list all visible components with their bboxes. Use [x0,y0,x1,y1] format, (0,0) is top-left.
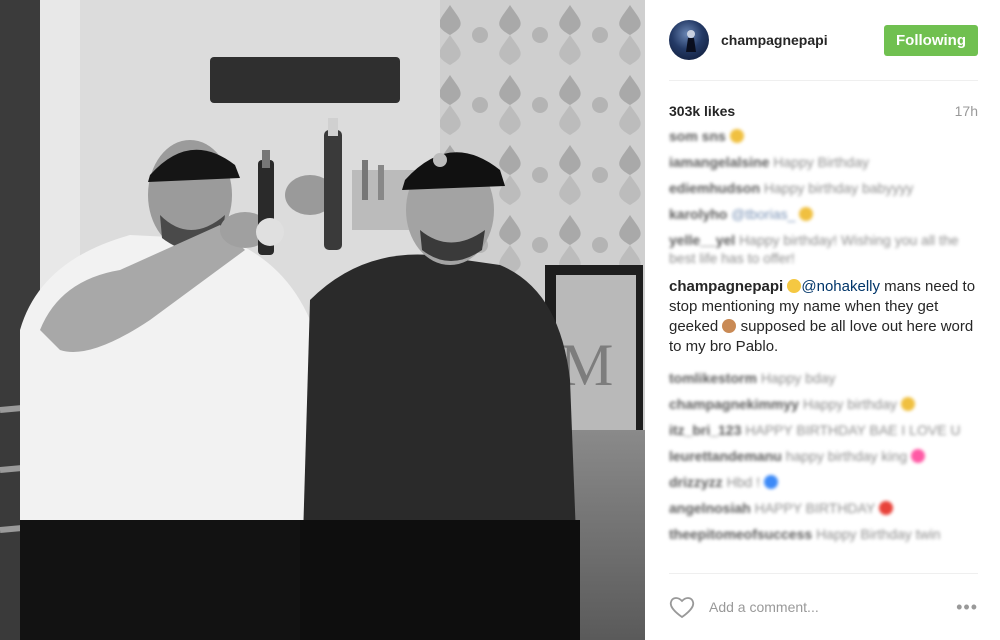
time-ago[interactable]: 17h [955,103,978,119]
comments-list: som sns iamangelalsine Happy Birthday ed… [669,127,978,543]
likes-count[interactable]: 303k likes [669,103,735,119]
comment: karolyho @tborias_ [669,205,978,223]
comment-user[interactable]: theepitomeofsuccess [669,526,812,542]
instagram-post: M champagnepapi Following 303k likes 17h… [0,0,1000,640]
caption-comment: champagnepapi @nohakelly mans need to st… [669,277,978,357]
emoji-icon [799,207,814,221]
comment-text: Happy birthday babyyyy [763,180,914,196]
comment-user[interactable]: karolyho [669,206,727,222]
post-photo[interactable]: M [0,0,645,640]
comment: iamangelalsine Happy Birthday [669,153,978,171]
emoji-icon [878,501,893,515]
emoji-icon [900,397,915,411]
following-button[interactable]: Following [884,24,978,56]
emoji-icon [722,319,737,333]
comment-user[interactable]: itz_bri_123 [669,422,741,438]
comment: leurettandemanu happy birthday king [669,447,978,465]
add-comment-input[interactable] [707,598,957,616]
caption-user[interactable]: champagnepapi [669,278,783,295]
avatar[interactable] [669,20,709,60]
comment: angelnosiah HAPPY BIRTHDAY [669,499,978,517]
post-side-panel: champagnepapi Following 303k likes 17h s… [645,0,1000,640]
post-meta: 303k likes 17h [669,103,978,119]
comment: som sns [669,127,978,145]
comment-text: HAPPY BIRTHDAY BAE I LOVE U [745,422,961,438]
avatar-icon [686,30,696,52]
post-header: champagnepapi Following [669,0,978,81]
comment: ediemhudson Happy birthday babyyyy [669,179,978,197]
comment-text: happy birthday king [785,448,908,464]
comment-mention[interactable]: @tborias_ [731,206,795,222]
comment-text: Happy bday [760,370,836,386]
comment-text: Happy birthday [802,396,898,412]
comment-user[interactable]: angelnosiah [669,500,751,516]
comment-user[interactable]: champagnekimmyy [669,396,799,412]
more-options-button[interactable]: ••• [956,597,978,618]
comment: theepitomeofsuccess Happy Birthday twin [669,525,978,543]
comment-text: HAPPY BIRTHDAY [754,500,875,516]
heart-outline-icon[interactable] [669,595,695,619]
comment: itz_bri_123 HAPPY BIRTHDAY BAE I LOVE U [669,421,978,439]
comment: champagnekimmyy Happy birthday [669,395,978,413]
comment: drizzyzz Hbd ! [669,473,978,491]
photo-image: M [0,0,645,640]
emoji-icon [763,475,778,489]
comment-user[interactable]: iamangelalsine [669,154,769,170]
comment-user[interactable]: tomlikestorm [669,370,757,386]
emoji-icon [787,279,802,293]
comment-user[interactable]: drizzyzz [669,474,723,490]
comment-user[interactable]: som sns [669,128,726,144]
caption-mention[interactable]: @nohakelly [801,278,880,295]
comment-user[interactable]: leurettandemanu [669,448,782,464]
comment: yelle__yel Happy birthday! Wishing you a… [669,231,978,267]
emoji-icon [729,129,744,143]
comment-user[interactable]: yelle__yel [669,232,735,248]
comment-user[interactable]: ediemhudson [669,180,760,196]
comment-footer: ••• [669,573,978,640]
username[interactable]: champagnepapi [721,32,884,48]
comment-text: Happy Birthday [773,154,869,170]
comment-text: Hbd ! [726,474,761,490]
comment: tomlikestorm Happy bday [669,369,978,387]
comment-text: Happy Birthday twin [816,526,941,542]
emoji-icon [911,449,926,463]
